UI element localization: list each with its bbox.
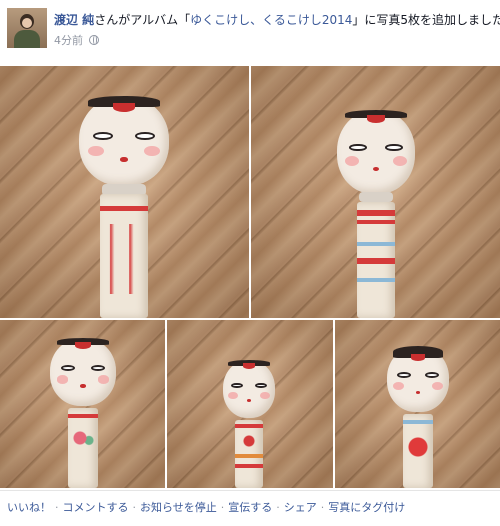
album-photo-2[interactable] <box>251 66 500 318</box>
kokeshi-doll <box>387 346 449 488</box>
stop-notifications-link[interactable]: お知らせを停止 <box>140 501 217 515</box>
separator-dot: · <box>276 501 280 514</box>
album-photo-5[interactable] <box>335 320 500 488</box>
author-name-link[interactable]: 渡辺 純 <box>54 13 94 27</box>
post-meta: 4分前 <box>54 32 99 48</box>
kokeshi-doll <box>223 360 275 488</box>
kokeshi-doll <box>50 338 116 488</box>
separator-dot: · <box>55 501 59 514</box>
kokeshi-doll <box>335 110 417 318</box>
comment-link[interactable]: コメントする <box>63 501 129 515</box>
post-story: 渡辺 純さんがアルバム「ゆくこけし、くるこけし2014」に写真5枚を追加しました… <box>54 12 500 28</box>
author-avatar[interactable] <box>7 8 47 48</box>
separator-dot: · <box>132 501 137 514</box>
story-text-part-2: 」に写真5枚を追加しました。 <box>352 13 500 27</box>
tag-photo-link[interactable]: 写真にタグ付け <box>328 501 405 515</box>
action-links: いいね！ · コメントする · お知らせを停止 · 宣伝する · シェア · 写… <box>7 501 405 515</box>
story-text-part-1: さんがアルバム「 <box>94 13 191 27</box>
post-header: 渡辺 純さんがアルバム「ゆくこけし、くるこけし2014」に写真5枚を追加しました… <box>0 0 500 66</box>
post-timestamp[interactable]: 4分前 <box>54 32 83 48</box>
album-name-link[interactable]: ゆくこけし、くるこけし2014 <box>190 13 352 27</box>
album-photo-1[interactable] <box>0 66 249 318</box>
like-link[interactable]: いいね！ <box>7 501 51 515</box>
album-photo-4[interactable] <box>167 320 333 488</box>
post-actions-bar: いいね！ · コメントする · お知らせを停止 · 宣伝する · シェア · 写… <box>0 490 500 526</box>
separator-dot: · <box>220 501 225 514</box>
kokeshi-doll <box>74 96 174 318</box>
separator-dot: · <box>320 501 325 514</box>
album-photo-3[interactable] <box>0 320 165 488</box>
share-link[interactable]: シェア <box>284 501 317 515</box>
globe-icon[interactable] <box>89 35 99 45</box>
promote-link[interactable]: 宣伝する <box>228 501 272 515</box>
